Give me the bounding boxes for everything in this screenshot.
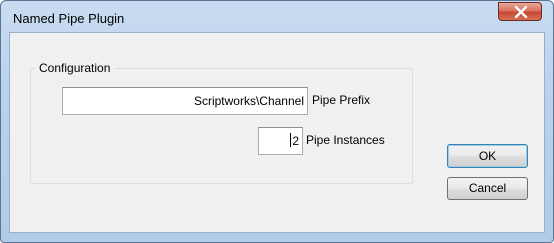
pipe-instances-value: 2	[292, 134, 299, 148]
close-icon	[514, 6, 528, 18]
pipe-prefix-label: Pipe Prefix	[312, 93, 371, 107]
configuration-groupbox	[30, 68, 413, 184]
pipe-instances-input[interactable]: 2	[258, 127, 303, 155]
cancel-button[interactable]: Cancel	[447, 177, 528, 200]
pipe-instances-label: Pipe Instances	[306, 133, 385, 147]
ok-button[interactable]: OK	[447, 144, 528, 168]
close-button[interactable]	[498, 2, 542, 21]
title-bar[interactable]: Named Pipe Plugin	[1, 1, 553, 33]
window-title: Named Pipe Plugin	[13, 11, 125, 26]
configuration-group-label: Configuration	[35, 61, 115, 75]
pipe-prefix-input[interactable]: Scriptworks\Channel	[62, 87, 308, 115]
pipe-prefix-value: Scriptworks\Channel	[193, 94, 304, 108]
